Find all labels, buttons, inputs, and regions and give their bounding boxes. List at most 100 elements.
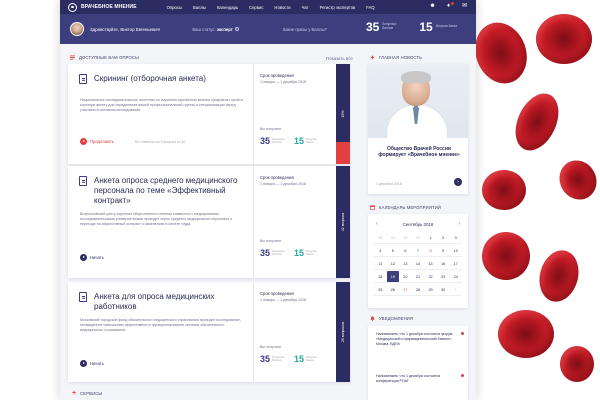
section-title: СЕРВИСЫ <box>80 391 103 396</box>
reward: 35 бонусных баллов 15 бонусов банка <box>260 354 320 364</box>
show-all-link[interactable]: Показать все <box>326 56 353 61</box>
calendar-day[interactable]: 4 <box>374 245 387 257</box>
start-button[interactable]: Начать <box>80 360 104 367</box>
blood-cell-image <box>536 14 592 64</box>
top-navigation: ВРАЧЕБНОЕ МНЕНИЕ Опросы Баллы Календарь … <box>60 0 476 14</box>
logo-icon[interactable] <box>68 2 77 12</box>
survey-description: Московский городской фонд обязательного … <box>80 318 241 332</box>
nav-item-surveys[interactable]: Опросы <box>167 5 182 10</box>
reward-points: 35 <box>260 136 271 146</box>
notification-item[interactable]: Напоминаем, что 1 декабря состоится фору… <box>376 332 464 346</box>
blood-cell-image <box>560 346 594 382</box>
brand-name[interactable]: ВРАЧЕБНОЕ МНЕНИЕ <box>81 4 137 10</box>
nav-item-calendar[interactable]: Календарь <box>217 5 238 10</box>
help-icon[interactable] <box>234 27 239 32</box>
action-label: Начать <box>90 255 104 260</box>
calendar-day[interactable]: 11 <box>374 258 387 270</box>
nav-item-chat[interactable]: Чат <box>302 5 309 10</box>
calendar-day[interactable]: 25 <box>374 284 387 296</box>
calendar-day[interactable]: 5 <box>386 245 400 257</box>
reward: 35 бонусных баллов 15 бонусов банка <box>260 136 320 146</box>
calendar-day[interactable]: 29 <box>386 232 400 244</box>
calendar-day[interactable]: 16 <box>436 258 450 270</box>
blood-cell-image <box>552 153 600 207</box>
calendar-day[interactable]: 1 <box>424 232 437 244</box>
survey-card[interactable]: Анкета опроса среднего медицинского перс… <box>68 166 350 278</box>
calendar-day[interactable]: 20 <box>399 271 412 283</box>
play-icon <box>80 254 87 261</box>
news-title[interactable]: Общество Врачей России формирует «Врачеб… <box>376 146 462 159</box>
dates-value: 1 января — 1 декабря 2018 <box>260 182 306 186</box>
dates-label: Срок проведения <box>260 73 294 78</box>
tab-text: 42 вопроса <box>341 212 345 232</box>
calendar-day[interactable]: 28 <box>374 232 387 244</box>
calendar-day[interactable]: 1 <box>449 284 462 296</box>
calendar-day[interactable]: 6 <box>399 245 412 257</box>
calendar-day[interactable]: 30 <box>436 284 450 296</box>
calendar-day[interactable]: 3 <box>449 232 462 244</box>
avatar[interactable] <box>70 22 84 36</box>
calendar-day[interactable]: 12 <box>386 258 400 270</box>
mail-icon[interactable]: ✉ <box>461 3 468 10</box>
arrow-right-icon[interactable]: › <box>454 178 462 186</box>
points-summary: 35 бонусных баллов 15 бонусов банка <box>366 20 460 34</box>
calendar-day[interactable]: 7 <box>411 245 425 257</box>
points-label: бонусных баллов <box>382 22 397 30</box>
bell-icon[interactable]: ♦ <box>445 2 454 10</box>
blood-cell-image <box>507 86 567 158</box>
tab-text: 26 вопросов <box>341 321 345 343</box>
document-icon <box>79 292 87 302</box>
chevron-right-icon[interactable]: › <box>458 221 460 227</box>
survey-title[interactable]: Анкета опроса среднего медицинского перс… <box>94 176 248 206</box>
calendar-day[interactable]: 24 <box>449 271 462 283</box>
calendar-day[interactable]: 29 <box>424 284 437 296</box>
calendar-day[interactable]: 31 <box>411 232 425 244</box>
calendar-day[interactable]: 17 <box>449 258 462 270</box>
calendar-day[interactable]: 22 <box>424 271 437 283</box>
calendar-day[interactable]: 26 <box>386 284 400 296</box>
calendar-day[interactable]: 9 <box>436 245 450 257</box>
blood-cell-image <box>466 15 536 91</box>
user-icon[interactable]: ☻ <box>429 3 436 10</box>
prizes-link[interactable]: Какие призы у Баллы? <box>283 27 327 32</box>
tab-text: 15% <box>341 110 345 118</box>
survey-description: Всероссийский центр изучения общественно… <box>80 212 233 226</box>
calendar-day[interactable]: 14 <box>411 258 425 270</box>
blood-cell-image <box>533 245 585 307</box>
calendar-day[interactable]: 19 <box>386 271 400 283</box>
survey-description: Национальное исследовательское агентство… <box>80 98 243 112</box>
calendar-day[interactable]: 13 <box>399 258 412 270</box>
calendar-day[interactable]: 2 <box>436 232 450 244</box>
bell-icon <box>370 316 375 321</box>
notification-text: Напоминаем, что 1 декабря состоится конф… <box>376 374 441 383</box>
nav-item-points[interactable]: Баллы <box>193 5 206 10</box>
survey-card[interactable]: Скрининг (отборочная анкета) Национально… <box>68 64 350 164</box>
start-button[interactable]: Начать <box>80 254 104 261</box>
dates-label: Срок проведения <box>260 175 294 180</box>
notification-text: Напоминаем, что 1 декабря состоится фору… <box>376 332 453 346</box>
lightning-icon <box>370 55 375 60</box>
list-icon <box>70 55 75 60</box>
calendar-day[interactable]: 30 <box>399 232 412 244</box>
nav-item-experts[interactable]: Регистр экспертов <box>320 5 356 10</box>
survey-title[interactable]: Скрининг (отборочная анкета) <box>94 74 248 84</box>
calendar-day[interactable]: 10 <box>449 245 462 257</box>
nav-item-service[interactable]: Сервис <box>249 5 263 10</box>
calendar-day[interactable]: 28 <box>411 284 425 296</box>
reward-bonus-unit: бонусов банка <box>306 248 317 256</box>
calendar-day[interactable]: 23 <box>436 271 450 283</box>
calendar-icon <box>370 205 375 210</box>
survey-title[interactable]: Анкета для опроса медицинских работников <box>94 292 248 312</box>
nav-item-faq[interactable]: FAQ <box>366 5 374 10</box>
calendar-day[interactable]: 15 <box>424 258 437 270</box>
main-news-card[interactable]: Общество Врачей России формирует «Врачеб… <box>368 64 468 194</box>
notification-item[interactable]: Напоминаем, что 1 декабря состоится конф… <box>376 374 464 384</box>
calendar-day[interactable]: 21 <box>411 271 425 283</box>
calendar-day[interactable]: 8 <box>424 245 437 257</box>
calendar-day[interactable]: 27 <box>399 284 412 296</box>
calendar-month: Сентябрь 2018 <box>402 222 434 227</box>
calendar-day[interactable]: 18 <box>374 271 387 283</box>
continue-button[interactable]: Продолжить Вы ответили на 3 вопроса из 1… <box>80 138 185 145</box>
survey-card[interactable]: Анкета для опроса медицинских работников… <box>68 282 350 382</box>
nav-item-news[interactable]: Новости <box>274 5 290 10</box>
